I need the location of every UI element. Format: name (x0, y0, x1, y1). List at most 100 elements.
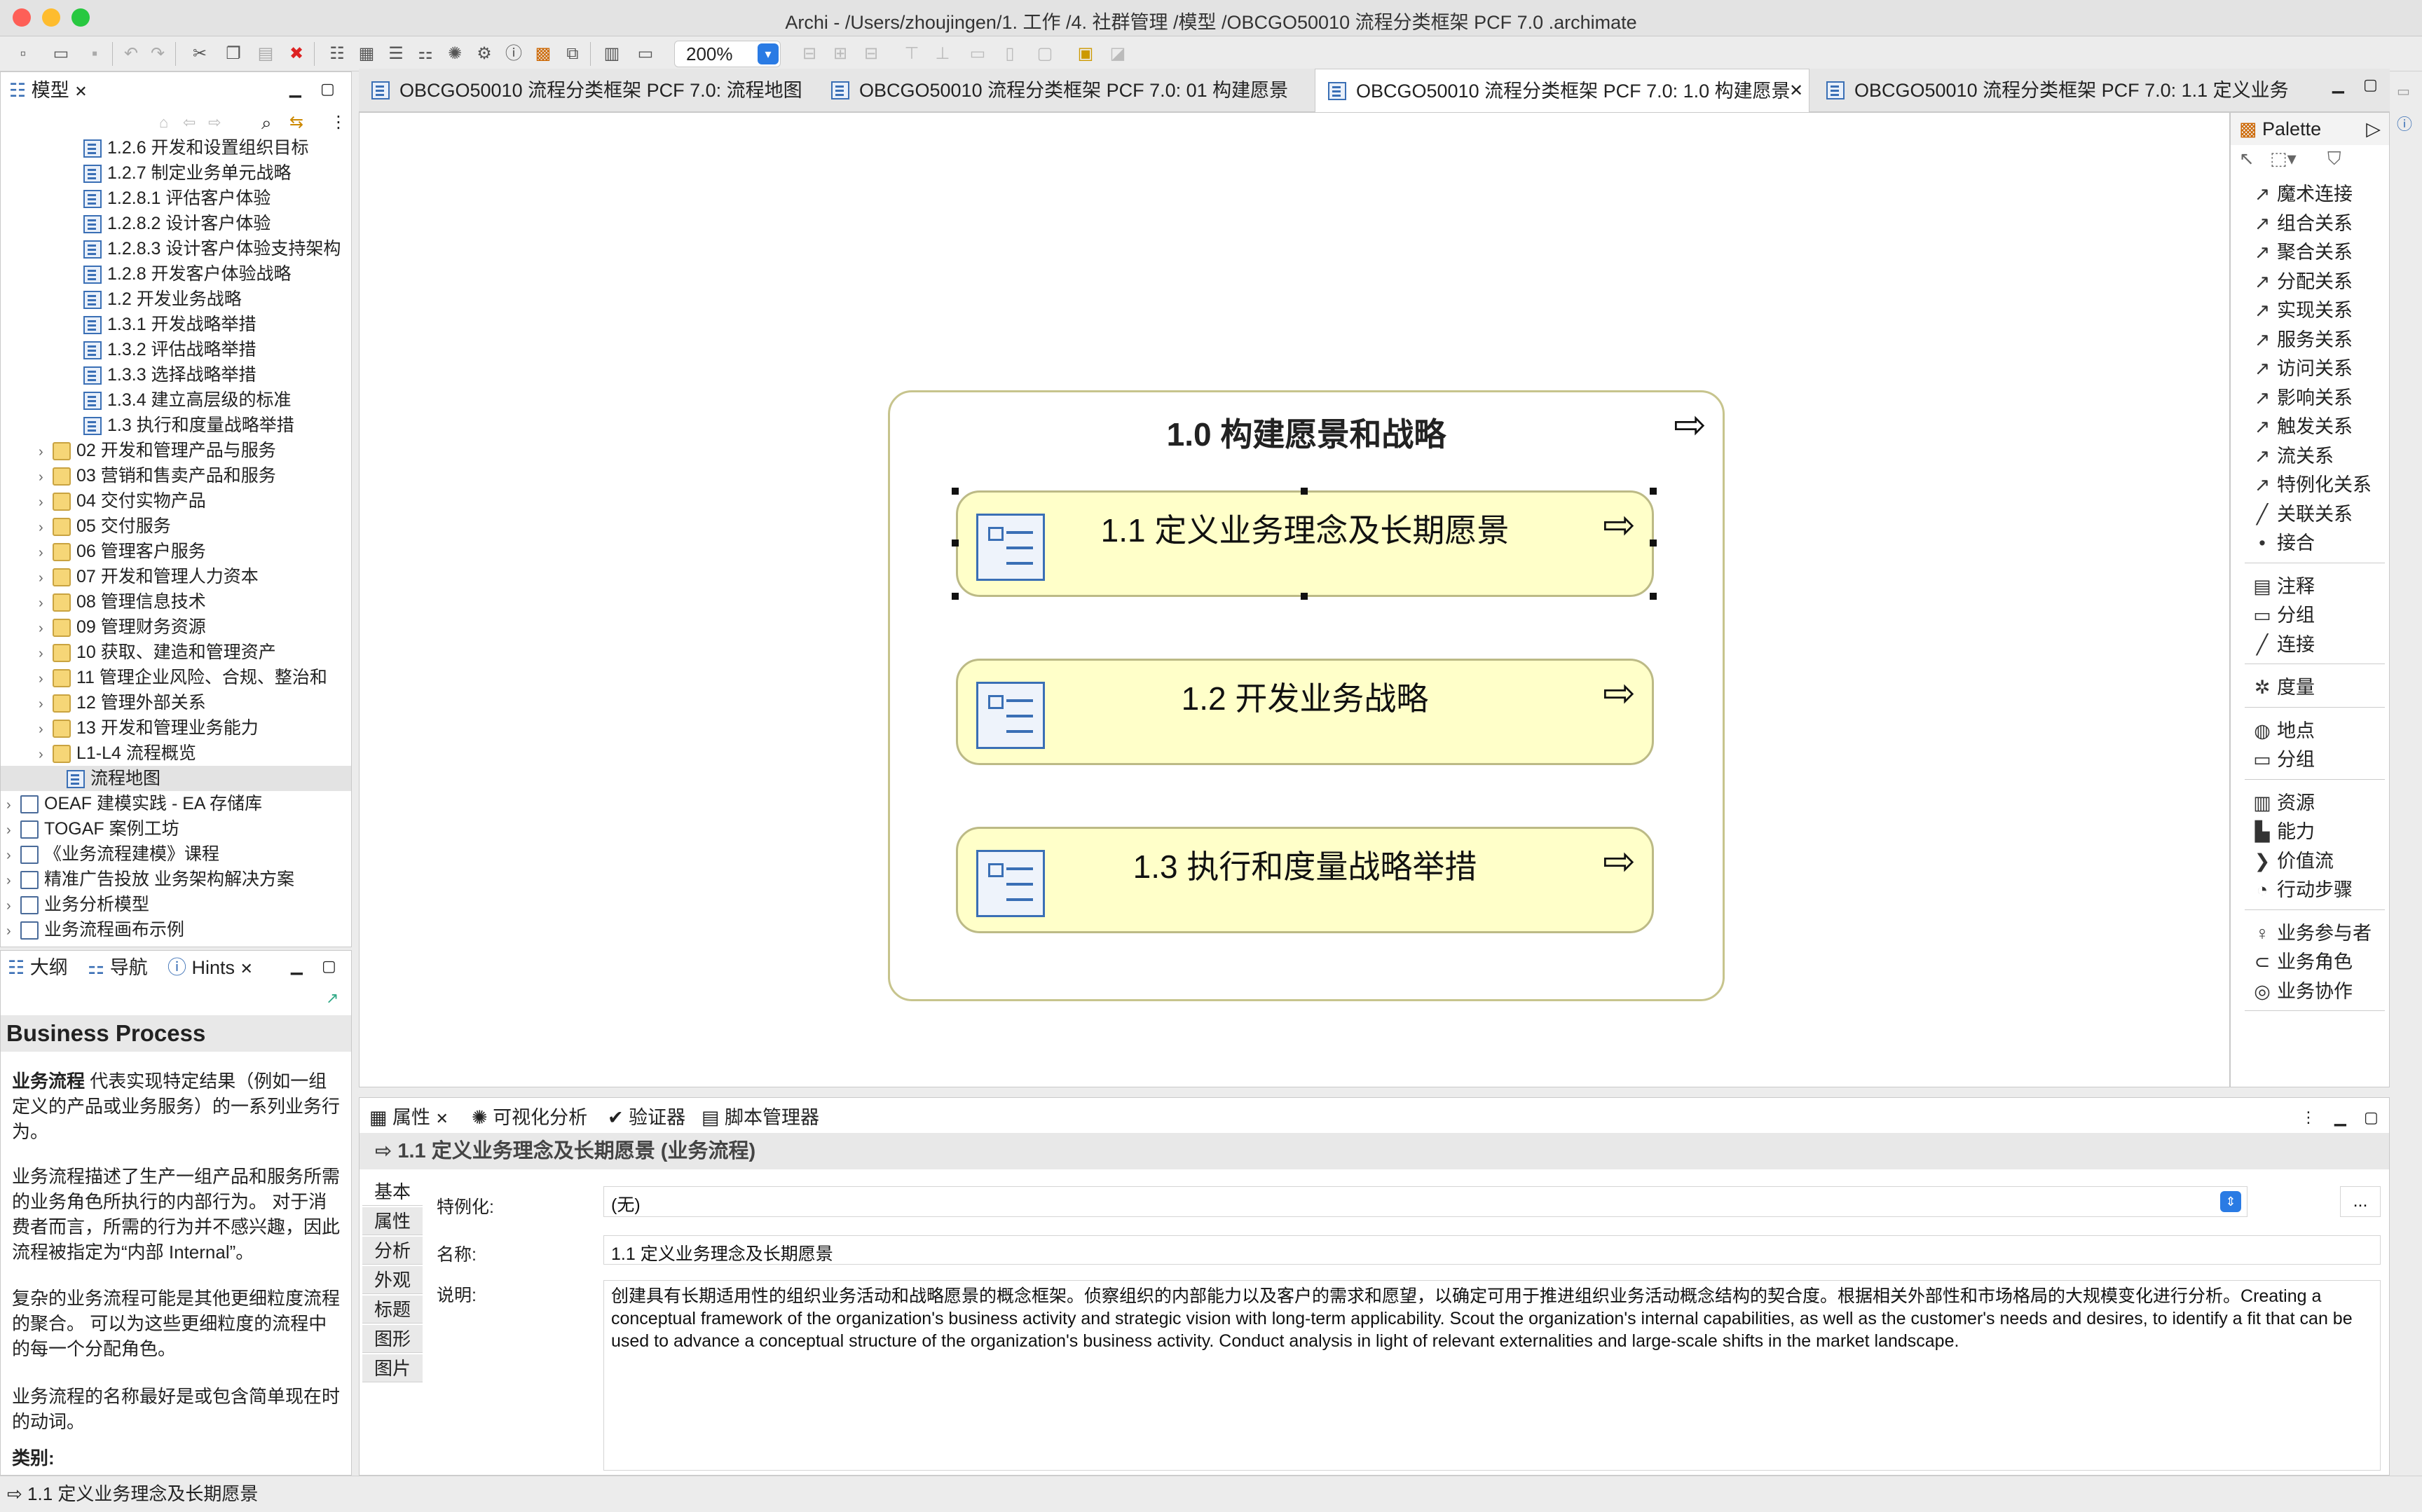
cut-icon[interactable]: ✂ (189, 43, 210, 64)
chevron-right-icon[interactable]: › (6, 868, 20, 893)
align-right-icon[interactable]: ⊟ (861, 43, 882, 64)
forward-icon[interactable]: ⇨ (208, 109, 221, 137)
tab-process-map[interactable]: OBCGO50010 流程分类框架 PCF 7.0: 流程地图 (359, 69, 814, 112)
tree-item[interactable]: › 08 管理信息技术 (1, 589, 351, 614)
open-in-editor-icon[interactable]: ↗ (326, 984, 338, 1012)
match-width-icon[interactable]: ▭ (967, 43, 988, 64)
chevron-right-icon[interactable]: › (39, 641, 53, 666)
palette-item[interactable]: ↗ 分配关系 (2252, 268, 2353, 296)
align-top-icon[interactable]: ⊤ (901, 43, 922, 64)
tree-item[interactable]: › 《业务流程建模》课程 (1, 841, 351, 867)
link-editor-icon[interactable]: ⇆ (289, 109, 303, 137)
palette-item[interactable]: ↗ 组合关系 (2252, 209, 2353, 238)
maximize-icon[interactable]: ▢ (320, 75, 335, 103)
tab-model[interactable]: ☷ 模型 ✕ (9, 76, 107, 104)
tree-item[interactable]: 1.2 开发业务战略 (1, 287, 351, 312)
zoom-select[interactable]: 200% ▾ (674, 41, 781, 67)
chevron-right-icon[interactable]: › (39, 692, 53, 717)
model-tree[interactable]: 1.2.6 开发和设置组织目标 1.2.7 制定业务单元战略 1.2.8.1 评估客… (1, 135, 351, 1004)
maximize-icon[interactable]: ▢ (2363, 76, 2378, 94)
save-icon[interactable]: ▪ (84, 43, 105, 64)
align-center-icon[interactable]: ⊞ (830, 43, 851, 64)
view-menu-icon[interactable]: ⋮ (330, 109, 347, 137)
tab-01-vision[interactable]: OBCGO50010 流程分类框架 PCF 7.0: 01 构建愿景 (819, 69, 1309, 112)
presentation-icon[interactable]: ▭ (635, 43, 656, 64)
tab-hints[interactable]: ⓘ Hints ✕ (162, 954, 259, 982)
collapse-icon[interactable]: ▷ (2366, 113, 2381, 145)
section-tab[interactable]: 分析 (362, 1237, 423, 1265)
selection-handle[interactable] (1301, 488, 1308, 495)
chevron-right-icon[interactable]: › (6, 818, 20, 843)
palette-item[interactable]: ▤ 注释 (2252, 572, 2315, 600)
undo-icon[interactable]: ↶ (121, 43, 142, 64)
process-1-1[interactable]: 1.1 定义业务理念及长期愿景 ⇨ (956, 490, 1654, 597)
chevron-right-icon[interactable]: › (6, 919, 20, 944)
tab-validator[interactable]: ✔ 验证器 (608, 1104, 685, 1132)
chevron-right-icon[interactable]: › (39, 565, 53, 591)
palette-item[interactable]: ♀ 业务参与者 (2252, 919, 2372, 947)
chevron-right-icon[interactable]: › (6, 792, 20, 818)
close-icon[interactable]: ✕ (74, 83, 87, 100)
palette-item[interactable]: ↗ 实现关系 (2252, 296, 2353, 324)
palette-item[interactable]: ↗ 影响关系 (2252, 384, 2353, 412)
tab-script-manager[interactable]: ▤ 脚本管理器 (702, 1104, 819, 1132)
palette-item[interactable]: ▙ 能力 (2252, 818, 2315, 846)
side-restore-icon[interactable]: ▭ (2397, 83, 2410, 100)
process-group-1-0[interactable]: 1.0 构建愿景和战略 ⇨ 1.1 定义业务理念及长期愿景 ⇨ 1.2 开发业务… (888, 390, 1725, 1001)
view-menu-icon[interactable]: ⋮ (2301, 1104, 2316, 1132)
tab-properties[interactable]: ▦ 属性 ✕ (365, 1104, 453, 1132)
tree-item[interactable]: 1.2.6 开发和设置组织目标 (1, 135, 351, 160)
tree-item[interactable]: › 02 开发和管理产品与服务 (1, 438, 351, 463)
tree-item[interactable]: › OEAF 建模实践 - EA 存储库 (1, 791, 351, 816)
more-button[interactable]: ... (2340, 1186, 2381, 1217)
tree-item[interactable]: › 12 管理外部关系 (1, 690, 351, 715)
tree-item[interactable]: 1.3.3 选择战略举措 (1, 362, 351, 387)
maximize-icon[interactable]: ▢ (2364, 1104, 2379, 1132)
section-tab[interactable]: 图片 (362, 1354, 423, 1382)
close-icon[interactable]: ✕ (240, 960, 253, 977)
marquee-tool-icon[interactable]: ⬚▾ (2270, 148, 2297, 170)
tab-1-0-vision[interactable]: OBCGO50010 流程分类框架 PCF 7.0: 1.0 构建愿景 ✕ (1315, 69, 1809, 112)
section-tab[interactable]: 基本 (362, 1178, 423, 1206)
tree-item[interactable]: 1.3.2 评估战略举措 (1, 337, 351, 362)
chevron-right-icon[interactable]: › (39, 515, 53, 540)
new-icon[interactable]: ▫ (13, 43, 34, 64)
tree-item[interactable]: › 03 营销和售卖产品和服务 (1, 463, 351, 488)
tree-item[interactable]: › 业务分析模型 (1, 892, 351, 917)
minimize-icon[interactable]: ▁ (291, 952, 303, 980)
paste-icon[interactable]: ▤ (255, 43, 276, 64)
match-height-icon[interactable]: ▯ (999, 43, 1020, 64)
palette-item[interactable]: ✲ 度量 (2252, 673, 2315, 701)
redo-icon[interactable]: ↷ (147, 43, 168, 64)
help-icon[interactable]: ⓘ (2397, 112, 2412, 135)
specialization-select[interactable]: (无) ⇕ (603, 1186, 2247, 1217)
palette-item[interactable]: ▭ 分组 (2252, 601, 2315, 629)
hints-icon[interactable]: ⓘ (503, 43, 524, 64)
description-field[interactable]: 创建具有长期适用性的组织业务活动和战略愿景的概念框架。侦察组织的内部能力以及客户… (603, 1280, 2381, 1471)
format-painter-icon[interactable]: ⛉ (2327, 148, 2341, 170)
minimize-icon[interactable]: ▁ (2334, 1104, 2346, 1132)
tree-item[interactable]: 1.2.8 开发客户体验战略 (1, 261, 351, 287)
properties-icon[interactable]: ▦ (356, 43, 377, 64)
analysis-icon[interactable]: ⚙ (474, 43, 495, 64)
tab-outline[interactable]: ☷ 大纲 (8, 954, 68, 982)
chevron-right-icon[interactable]: › (39, 717, 53, 742)
chevron-right-icon[interactable]: › (39, 439, 53, 465)
tree-item[interactable]: › 11 管理企业风险、合规、整治和 (1, 665, 351, 690)
chevron-right-icon[interactable]: › (39, 591, 53, 616)
chevron-right-icon[interactable]: › (39, 616, 53, 641)
tree-item[interactable]: › 05 交付服务 (1, 514, 351, 539)
tree-item[interactable]: › 06 管理客户服务 (1, 539, 351, 564)
palette-item[interactable]: ↗ 特例化关系 (2252, 471, 2372, 499)
tree-item[interactable]: › TOGAF 案例工坊 (1, 816, 351, 841)
visualiser-icon[interactable]: ✺ (444, 43, 465, 64)
back-icon[interactable]: ⇦ (183, 109, 196, 137)
report-icon[interactable]: ▥ (601, 43, 622, 64)
selection-handle[interactable] (1650, 593, 1657, 600)
palette-item[interactable]: ↗ 触发关系 (2252, 413, 2353, 441)
tab-1-1-define[interactable]: OBCGO50010 流程分类框架 PCF 7.0: 1.1 定义业务 (1814, 69, 2289, 112)
tree-item[interactable]: › L1-L4 流程概览 (1, 741, 351, 766)
chevron-right-icon[interactable]: › (39, 465, 53, 490)
line-color-icon[interactable]: ◪ (1107, 43, 1128, 64)
palette-item[interactable]: ╱ 连接 (2252, 631, 2315, 659)
